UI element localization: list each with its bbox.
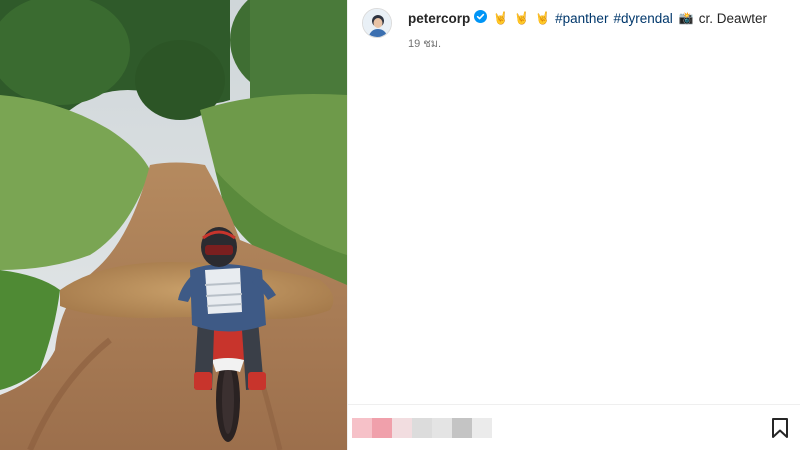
caption-block: petercorp 🤘 🤘 🤘 #panther #dyrendal 📸 cr.… [408,10,767,52]
blurred-liked-by-area [352,418,492,438]
rock-hand-emoji: 🤘 [493,11,509,25]
post-header: petercorp 🤘 🤘 🤘 #panther #dyrendal 📸 cr.… [362,8,767,52]
profile-avatar-icon [363,9,391,37]
dirt-bike-scene-image [0,0,347,450]
hashtag-link[interactable]: #dyrendal [613,11,672,26]
avatar[interactable] [362,8,392,38]
camera-emoji: 📸 [678,11,694,25]
action-bar [348,404,800,450]
caption: petercorp 🤘 🤘 🤘 #panther #dyrendal 📸 cr.… [408,10,767,26]
verified-badge-icon [474,10,488,26]
instagram-post: petercorp 🤘 🤘 🤘 #panther #dyrendal 📸 cr.… [0,0,800,450]
bookmark-icon[interactable] [770,417,790,439]
credit-text: cr. Deawter [698,10,767,26]
hashtag-link[interactable]: #panther [555,11,608,26]
rock-hand-emoji: 🤘 [535,11,551,25]
rock-hand-emoji: 🤘 [514,11,530,25]
post-timestamp[interactable]: 19 ชม. [408,34,767,52]
post-sidebar: petercorp 🤘 🤘 🤘 #panther #dyrendal 📸 cr.… [347,0,800,450]
username-link[interactable]: petercorp [408,11,470,26]
post-video[interactable] [0,0,347,450]
